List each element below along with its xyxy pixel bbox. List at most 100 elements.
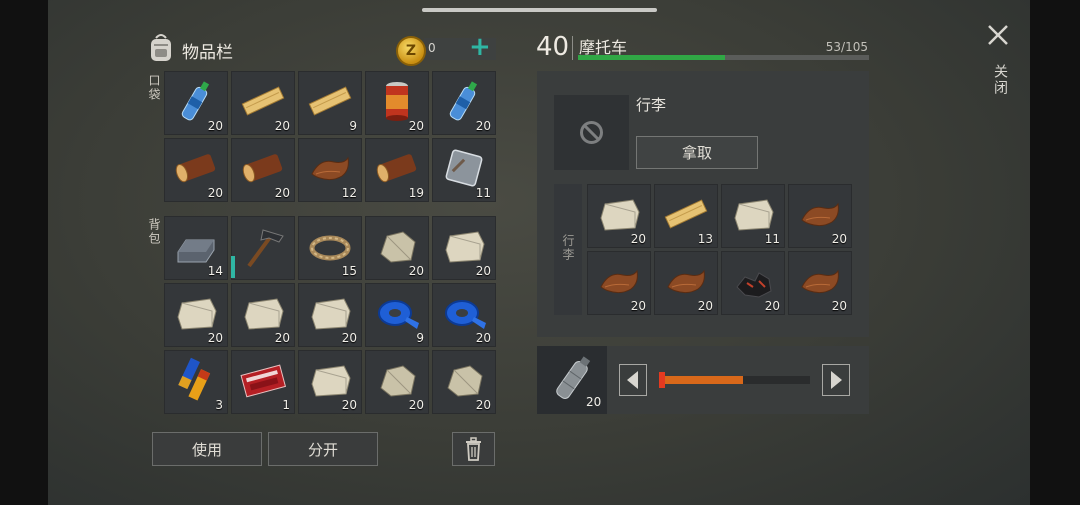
pocket-slot[interactable]: 20 (164, 71, 228, 135)
locked-slot (554, 95, 629, 170)
item-qty: 20 (475, 398, 491, 412)
stone-icon (380, 231, 416, 263)
log-icon (175, 154, 216, 183)
backpack-slot[interactable]: 9 (365, 283, 429, 347)
blocked-icon (580, 121, 603, 144)
close-label[interactable]: 关闭 (990, 64, 1010, 96)
item-qty: 20 (764, 299, 780, 313)
item-qty: 20 (408, 119, 424, 133)
pocket-slot[interactable]: 20 (231, 138, 295, 202)
fuel-slider[interactable] (661, 376, 810, 384)
coin-icon: Z (396, 36, 426, 66)
item-qty: 19 (408, 186, 424, 200)
item-qty: 15 (341, 264, 357, 278)
item-qty: 20 (341, 398, 357, 412)
item-qty: 20 (274, 186, 290, 200)
trash-button[interactable] (452, 432, 495, 466)
coin-count: 0 (428, 41, 436, 55)
leather-icon (667, 269, 705, 294)
log-icon (376, 154, 417, 183)
inventory-title: 物品栏 (182, 43, 233, 63)
item-qty: 20 (207, 186, 223, 200)
item-qty: 20 (341, 331, 357, 345)
iron-ingot-icon (177, 239, 215, 263)
pocket-slot[interactable]: 20 (231, 71, 295, 135)
luggage-slot[interactable]: 20 (654, 251, 718, 315)
item-qty: 13 (697, 232, 713, 246)
close-icon[interactable] (987, 24, 1009, 46)
wood-plank-icon (664, 199, 708, 229)
pocket-grid: 20 20 9 20 20 20 20 12 19 11 (164, 71, 496, 202)
hammer-icon (247, 229, 284, 268)
item-qty: 20 (630, 232, 646, 246)
luggage-slot[interactable]: 20 (587, 251, 651, 315)
use-button[interactable]: 使用 (152, 432, 262, 466)
backpack-label: 背包 (147, 218, 161, 246)
canned-food-icon (386, 82, 408, 121)
split-button[interactable]: 分开 (268, 432, 378, 466)
arrow-left-button[interactable] (619, 364, 647, 396)
backpack-slot[interactable]: 20 (298, 350, 362, 414)
item-qty: 9 (416, 331, 424, 345)
luggage-title: 行李 (636, 96, 667, 114)
item-qty: 20 (207, 331, 223, 345)
pocket-slot[interactable]: 20 (164, 138, 228, 202)
backpack-slot[interactable]: 20 (298, 283, 362, 347)
backpack-slot[interactable] (231, 216, 295, 280)
trash-icon (466, 437, 481, 461)
backpack-slot[interactable]: 20 (164, 283, 228, 347)
luggage-slot[interactable]: 20 (587, 184, 651, 248)
metal-sheet-icon (445, 149, 483, 187)
luggage-slot[interactable]: 20 (788, 251, 852, 315)
luggage-slot[interactable]: 11 (721, 184, 785, 248)
leather-icon (600, 269, 638, 294)
pocket-slot[interactable]: 11 (432, 138, 496, 202)
backpack-slot[interactable]: 20 (432, 216, 496, 280)
backpack-slot[interactable]: 1 (231, 350, 295, 414)
leather-icon (801, 269, 839, 294)
vehicle-level: 40 (536, 32, 570, 62)
backpack-slot[interactable]: 15 (298, 216, 362, 280)
backpack-slot[interactable]: 3 (164, 350, 228, 414)
capacity-bar (578, 55, 869, 60)
batteries-icon (178, 357, 211, 401)
item-qty: 20 (408, 398, 424, 412)
durability-bar (231, 256, 235, 278)
backpack-slot[interactable]: 20 (365, 350, 429, 414)
arrow-right-button[interactable] (822, 364, 850, 396)
backpack-slot[interactable]: 20 (432, 283, 496, 347)
item-qty: 20 (475, 264, 491, 278)
item-qty: 20 (475, 119, 491, 133)
fuel-qty: 20 (586, 395, 602, 409)
pocket-slot[interactable]: 12 (298, 138, 362, 202)
fuel-slider-handle[interactable] (659, 372, 665, 388)
pocket-slot[interactable]: 9 (298, 71, 362, 135)
item-qty: 3 (215, 398, 223, 412)
pocket-slot[interactable]: 20 (365, 71, 429, 135)
coal-icon (736, 272, 772, 298)
luggage-side-label: 行李 (561, 234, 575, 262)
luggage-slot[interactable]: 20 (721, 251, 785, 315)
backpack-slot[interactable]: 14 (164, 216, 228, 280)
add-coins-button[interactable]: + (469, 33, 491, 61)
leather-icon (801, 202, 839, 227)
item-qty: 1 (282, 398, 290, 412)
item-qty: 20 (831, 232, 847, 246)
take-button[interactable]: 拿取 (636, 136, 758, 169)
log-icon (242, 154, 283, 183)
pocket-slot[interactable]: 19 (365, 138, 429, 202)
backpack-slot[interactable]: 20 (432, 350, 496, 414)
luggage-side-tab: 行李 (554, 184, 582, 315)
drag-handle[interactable] (422, 8, 657, 12)
wood-plank-icon (308, 86, 352, 116)
limestone-icon (311, 298, 351, 330)
backpack-slot[interactable]: 20 (231, 283, 295, 347)
item-qty: 20 (475, 331, 491, 345)
stone-icon (447, 365, 483, 397)
item-qty: 14 (207, 264, 223, 278)
pocket-slot[interactable]: 20 (432, 71, 496, 135)
luggage-slot[interactable]: 13 (654, 184, 718, 248)
limestone-icon (311, 365, 351, 397)
luggage-slot[interactable]: 20 (788, 184, 852, 248)
backpack-slot[interactable]: 20 (365, 216, 429, 280)
